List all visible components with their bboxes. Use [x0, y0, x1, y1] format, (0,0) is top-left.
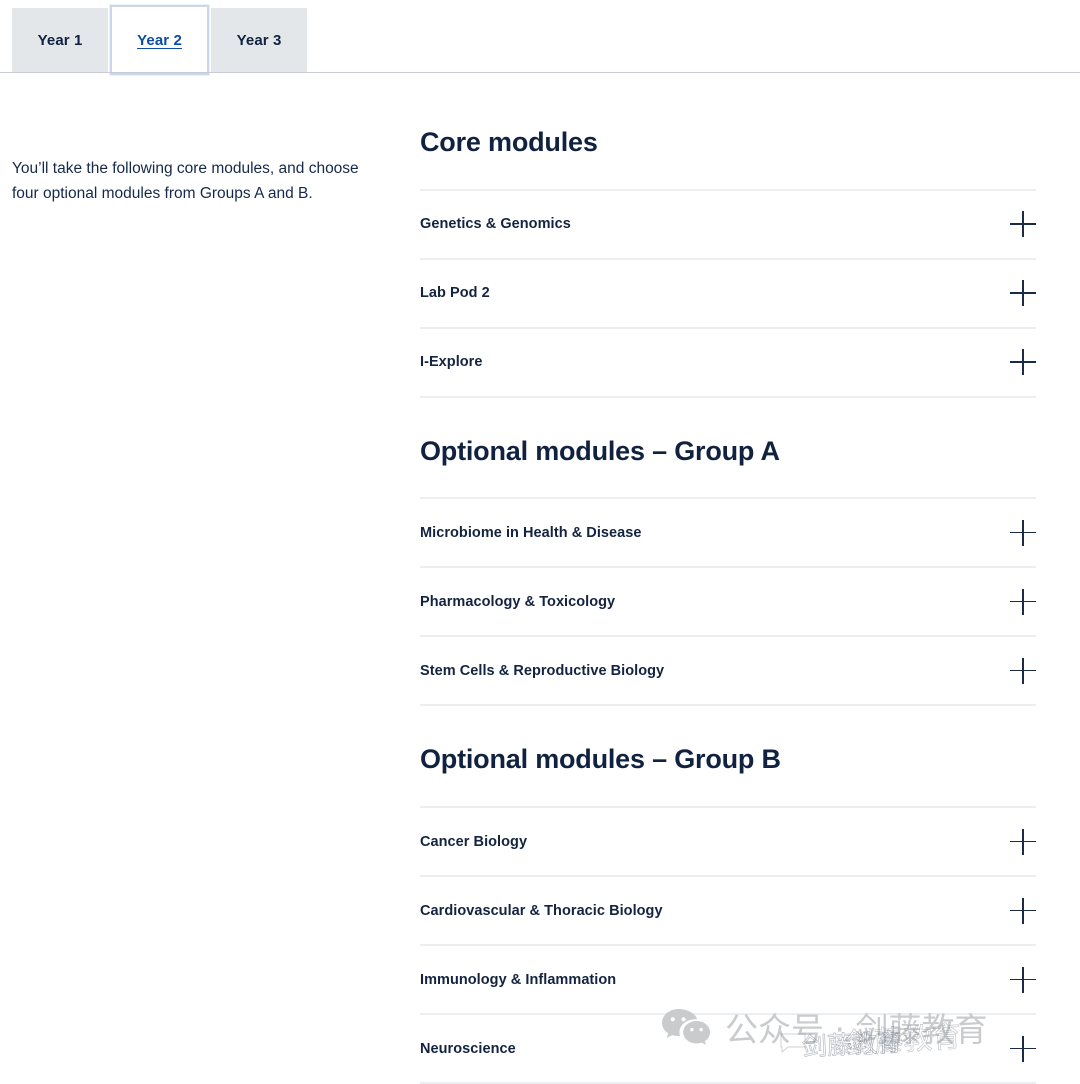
accordion-item-i-explore[interactable]: I-Explore: [420, 329, 1036, 398]
tab-year-2[interactable]: Year 2: [110, 5, 209, 75]
section-title-optional-group-a: Optional modules – Group A: [420, 435, 780, 466]
accordion-item-label: Stem Cells & Reproductive Biology: [420, 662, 665, 679]
section-title-core-modules: Core modules: [420, 127, 598, 157]
plus-icon[interactable]: [1010, 828, 1036, 855]
section-optional-group-a: Optional modules – Group A Microbiome in…: [420, 435, 1036, 707]
accordion-item-pharmacology-toxicology[interactable]: Pharmacology & Toxicology: [420, 568, 1036, 638]
accordion-item-label: Lab Pod 2: [420, 285, 490, 302]
modules-column: Core modules Genetics & Genomics Lab Pod…: [420, 127, 1036, 1084]
tab-year-1[interactable]: Year 1: [12, 8, 108, 72]
accordion-item-stem-cells-reproductive-biology[interactable]: Stem Cells & Reproductive Biology: [420, 637, 1036, 707]
accordion-item-label: Pharmacology & Toxicology: [420, 593, 616, 610]
tabbar-divider: [0, 72, 1080, 73]
accordion-item-label: I-Explore: [420, 354, 483, 371]
intro-paragraph: You’ll take the following core modules, …: [12, 159, 359, 202]
plus-icon[interactable]: [1010, 519, 1036, 546]
plus-icon[interactable]: [1010, 211, 1036, 238]
tab-list: Year 1 Year 2 Year 3: [12, 5, 307, 75]
accordion-item-label: Immunology & Inflammation: [420, 971, 617, 988]
accordion-core-modules: Genetics & Genomics Lab Pod 2 I-Explore: [420, 188, 1036, 398]
section-core-modules: Core modules Genetics & Genomics Lab Pod…: [420, 127, 1036, 398]
plus-icon[interactable]: [1010, 966, 1036, 993]
plus-icon[interactable]: [1010, 1035, 1036, 1062]
tab-year-3-label: Year 3: [236, 31, 282, 49]
accordion-item-cardiovascular-thoracic-biology[interactable]: Cardiovascular & Thoracic Biology: [420, 877, 1036, 947]
accordion-item-label: Neuroscience: [420, 1040, 516, 1057]
tab-year-2-label: Year 2: [137, 31, 182, 49]
accordion-item-cancer-biology[interactable]: Cancer Biology: [420, 808, 1036, 878]
accordion-item-neuroscience[interactable]: Neuroscience: [420, 1015, 1036, 1084]
accordion-item-genetics-genomics[interactable]: Genetics & Genomics: [420, 191, 1036, 260]
accordion-optional-group-a: Microbiome in Health & Disease Pharmacol…: [420, 497, 1036, 707]
section-title-optional-group-b: Optional modules – Group B: [420, 744, 781, 775]
accordion-optional-group-b: Cancer Biology Cardiovascular & Thoracic…: [420, 806, 1036, 1084]
plus-icon[interactable]: [1010, 280, 1036, 307]
accordion-item-label: Cardiovascular & Thoracic Biology: [420, 902, 663, 919]
tab-year-3[interactable]: Year 3: [211, 8, 307, 72]
accordion-item-label: Genetics & Genomics: [420, 216, 571, 233]
plus-icon[interactable]: [1010, 897, 1036, 924]
accordion-item-immunology-inflammation[interactable]: Immunology & Inflammation: [420, 946, 1036, 1016]
plus-icon[interactable]: [1010, 657, 1036, 684]
section-optional-group-b: Optional modules – Group B Cancer Biolog…: [420, 745, 1036, 1084]
plus-icon[interactable]: [1010, 349, 1036, 376]
accordion-item-label: Cancer Biology: [420, 833, 528, 850]
tab-year-1-label: Year 1: [37, 31, 83, 49]
year-tab-bar: Year 1 Year 2 Year 3: [0, 0, 1080, 75]
accordion-item-label: Microbiome in Health & Disease: [420, 524, 642, 541]
accordion-item-lab-pod-2[interactable]: Lab Pod 2: [420, 260, 1036, 329]
plus-icon[interactable]: [1010, 588, 1036, 615]
accordion-item-microbiome-in-health-disease[interactable]: Microbiome in Health & Disease: [420, 499, 1036, 569]
